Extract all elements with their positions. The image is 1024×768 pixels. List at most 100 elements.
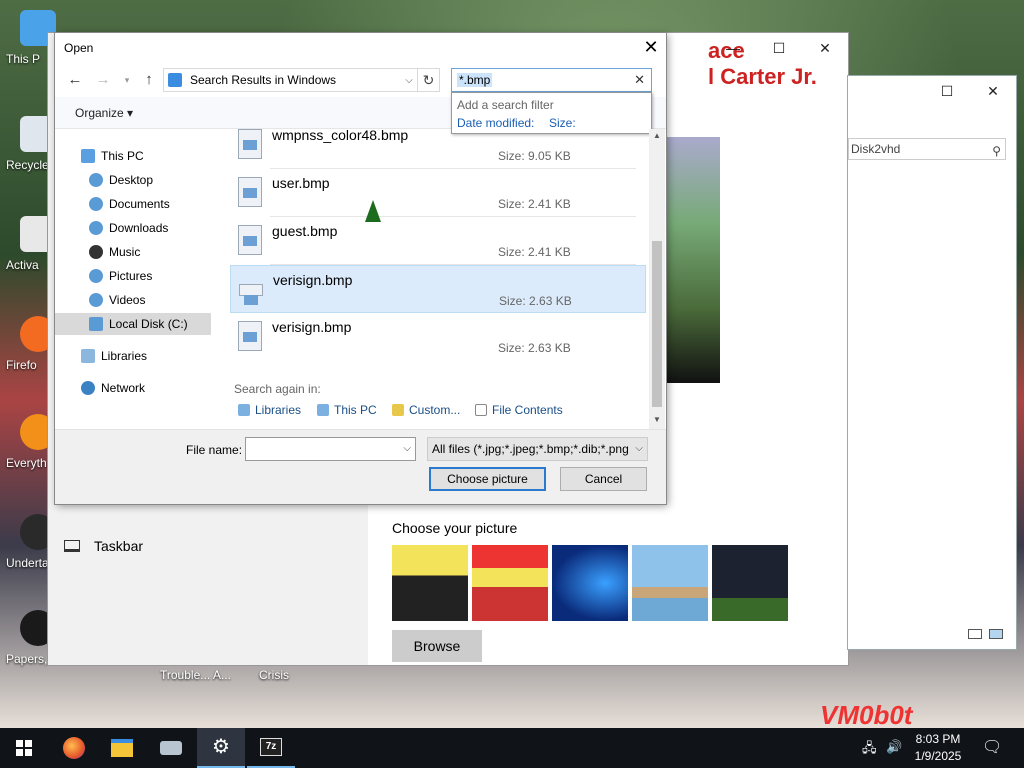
result-row[interactable]: verisign.bmp Size: 2.63 KB: [230, 313, 646, 361]
settings-icon: ⚙: [212, 736, 230, 758]
volume-icon[interactable]: 🔊: [886, 739, 902, 755]
search-again-label: Search again in:: [234, 382, 321, 396]
scanner-icon: [160, 741, 182, 755]
search-again-this-pc[interactable]: This PC: [317, 403, 377, 417]
address-bar[interactable]: Search Results in Windows ⌵: [163, 68, 418, 92]
start-button[interactable]: [0, 728, 48, 768]
chevron-down-icon: ⌵: [635, 443, 643, 454]
browse-button[interactable]: Browse: [392, 630, 482, 662]
taskbar-settings[interactable]: ⚙: [197, 728, 245, 768]
nav-item-desktop[interactable]: Desktop: [89, 169, 153, 191]
file-type-select[interactable]: All files (*.jpg;*.jpeg;*.bmp;*.dib;*.pn…: [427, 437, 648, 461]
libraries-icon: [81, 349, 95, 363]
organize-menu[interactable]: Organize ▾: [75, 106, 133, 120]
up-arrow-icon[interactable]: ↑: [139, 69, 159, 91]
nav-item-libraries[interactable]: Libraries: [81, 345, 147, 367]
bitmap-file-icon: [238, 321, 262, 351]
chevron-down-icon[interactable]: ⌵: [403, 443, 411, 454]
search-again-libraries[interactable]: Libraries: [238, 403, 301, 417]
taskbar-icon: [64, 540, 80, 552]
network-icon: [81, 381, 95, 395]
refresh-icon[interactable]: ↻: [418, 68, 440, 92]
7zip-icon: 7z: [260, 738, 282, 756]
maximize-button[interactable]: ☐: [924, 76, 970, 106]
search-filter-popup: Add a search filter Date modified: Size:: [451, 92, 652, 134]
search-icon: ⚲: [992, 144, 1001, 158]
filter-size[interactable]: Size:: [549, 116, 576, 130]
search-folder-icon: [168, 73, 182, 87]
choose-picture-button[interactable]: Choose picture: [429, 467, 546, 491]
close-button[interactable]: ✕: [636, 33, 666, 63]
nav-item-videos[interactable]: Videos: [89, 289, 145, 311]
forward-arrow-icon[interactable]: →: [93, 69, 113, 91]
nav-item-documents[interactable]: Documents: [89, 193, 170, 215]
taskbar-firefox[interactable]: [50, 728, 98, 768]
picture-thumbnail-4[interactable]: [632, 545, 708, 621]
result-row-selected[interactable]: verisign.bmp Size: 2.63 KB: [230, 265, 646, 313]
scroll-up-icon[interactable]: ▲: [649, 131, 665, 140]
taskbar-scanner[interactable]: [147, 728, 195, 768]
explorer-window: ☐ ✕ Disk2vhd ⚲: [848, 76, 1016, 649]
bitmap-file-icon: [239, 284, 263, 305]
computer-icon: [81, 149, 95, 163]
maximize-button[interactable]: ☐: [756, 33, 802, 63]
scroll-down-icon[interactable]: ▼: [649, 415, 665, 424]
dialog-title: Open: [64, 41, 94, 55]
desktop-icon-label[interactable]: Trouble... A...: [160, 668, 231, 682]
result-row[interactable]: user.bmp Size: 2.41 KB: [230, 169, 646, 217]
folder-icon: [392, 404, 404, 416]
result-row[interactable]: wmpnss_color48.bmp Size: 9.05 KB: [230, 129, 646, 169]
bitmap-file-icon: [238, 225, 262, 255]
nav-item-network[interactable]: Network: [81, 377, 145, 399]
network-icon[interactable]: 🖧: [862, 739, 877, 761]
minimize-button[interactable]: —: [710, 33, 756, 63]
notifications-icon[interactable]: 🗨: [982, 737, 1002, 757]
desktop-icon-label[interactable]: Crisis: [259, 668, 289, 682]
taskbar-file-explorer[interactable]: [98, 728, 146, 768]
nav-item-downloads[interactable]: Downloads: [89, 217, 168, 239]
nav-item-local-disk[interactable]: Local Disk (C:): [55, 313, 211, 335]
picture-thumbnail-2[interactable]: [472, 545, 548, 621]
search-again-custom[interactable]: Custom...: [392, 403, 460, 417]
recent-locations-chevron-icon[interactable]: ▾: [117, 69, 137, 91]
nav-item-music[interactable]: Music: [89, 241, 140, 263]
picture-thumbnail-3[interactable]: [552, 545, 628, 621]
view-toggle-icons[interactable]: [968, 628, 1012, 642]
start-icon: [16, 740, 32, 756]
clock[interactable]: 8:03 PM 1/9/2025: [912, 731, 964, 765]
results-scrollbar[interactable]: ▲ ▼: [649, 129, 665, 429]
back-arrow-icon[interactable]: ←: [65, 69, 85, 91]
file-name-input[interactable]: ⌵: [245, 437, 416, 461]
nav-item-this-pc[interactable]: This PC: [81, 145, 144, 167]
downloads-folder-icon: [89, 221, 103, 235]
cancel-button[interactable]: Cancel: [560, 467, 647, 491]
taskbar-7zip[interactable]: 7z: [247, 728, 295, 768]
scrollbar-thumb[interactable]: [652, 241, 662, 407]
nav-item-pictures[interactable]: Pictures: [89, 265, 152, 287]
choose-picture-title: Choose your picture: [392, 520, 518, 536]
bitmap-file-icon: [238, 129, 262, 159]
large-icons-view-icon: [989, 629, 1004, 639]
explorer-search-input[interactable]: Disk2vhd ⚲: [848, 138, 1006, 160]
watermark: VM0b0t: [820, 700, 913, 728]
result-row[interactable]: guest.bmp Size: 2.41 KB: [230, 217, 646, 265]
picture-thumbnail-5[interactable]: [712, 545, 788, 621]
open-dialog: Open ✕ ← → ▾ ↑ Search Results in Windows…: [55, 33, 666, 504]
music-folder-icon: [89, 245, 103, 259]
settings-nav-taskbar[interactable]: Taskbar: [64, 538, 143, 554]
picture-thumbnail-1[interactable]: [392, 545, 468, 621]
filter-date-modified[interactable]: Date modified:: [457, 116, 534, 130]
tree-cursor-icon: [365, 200, 381, 222]
desktop-folder-icon: [89, 173, 103, 187]
taskbar: ⚙ 7z 🖧 🔊 8:03 PM 1/9/2025 🗨: [0, 728, 1024, 768]
close-button[interactable]: ✕: [802, 33, 848, 63]
details-view-icon: [968, 629, 982, 639]
close-button[interactable]: ✕: [970, 76, 1016, 106]
search-input[interactable]: *.bmp ✕: [451, 68, 652, 92]
document-icon: [475, 404, 487, 416]
search-again-file-contents[interactable]: File Contents: [475, 403, 563, 417]
navigation-pane: This PC Desktop Documents Downloads Musi…: [55, 129, 215, 429]
documents-folder-icon: [89, 197, 103, 211]
clear-search-icon[interactable]: ✕: [634, 72, 645, 88]
chevron-down-icon[interactable]: ⌵: [401, 75, 417, 86]
